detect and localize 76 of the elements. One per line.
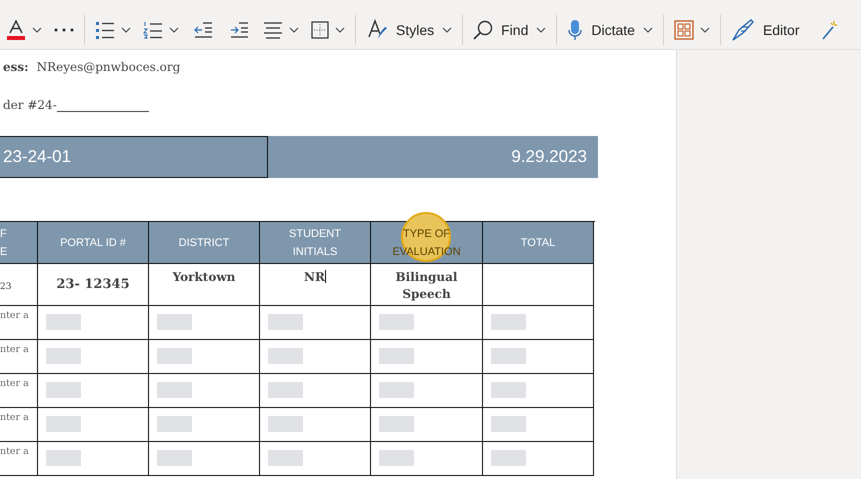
dictate-button[interactable]: Dictate [565,16,655,42]
field-label: ess: [3,60,29,74]
placeholder-block[interactable] [268,348,303,364]
table-cell: NR [260,264,371,306]
bullets-icon [95,20,115,38]
placeholder-block[interactable] [46,382,81,398]
placeholder-text: nter a [0,374,38,408]
chevron-icon [335,26,345,32]
column-header: DISTRICT [149,222,260,264]
outdent-icon [193,20,213,38]
chevron-icon [169,26,179,32]
placeholder-block[interactable] [491,450,526,466]
placeholder-block[interactable] [379,348,414,364]
font-color-icon [6,18,26,40]
text-cursor [324,270,326,283]
placeholder-block[interactable] [491,314,526,330]
magic-wand-icon [822,20,838,40]
more-icon [54,28,74,32]
placeholder-block[interactable] [157,416,192,432]
placeholder-block[interactable] [268,382,303,398]
find-button[interactable]: Find [471,18,548,42]
placeholder-block[interactable] [491,348,526,364]
table-cell: Bilingual Speech [371,264,483,306]
header-cell: 23-24-01 [0,136,268,178]
placeholder-block[interactable] [268,314,303,330]
placeholder-block[interactable] [46,416,81,432]
borders-button[interactable] [309,18,347,40]
placeholder-block[interactable] [268,450,303,466]
align-center-icon [263,20,283,38]
order-label: der #24- [3,98,57,112]
placeholder-text: nter a [0,442,38,476]
email-text: NReyes@pnwboces.org [36,60,180,74]
placeholder-block[interactable] [379,382,414,398]
chevron-icon [536,26,546,32]
chevron-icon [642,26,653,32]
chevron-icon [32,26,42,32]
placeholder-block[interactable] [379,314,414,330]
layout-button[interactable] [672,18,712,42]
chevron-icon [289,26,299,32]
column-header: F E [0,222,38,264]
placeholder-block[interactable] [46,450,81,466]
column-header: TOTAL [483,222,594,264]
microphone-icon [567,18,584,40]
placeholder-block[interactable] [491,416,526,432]
placeholder-block[interactable] [157,348,192,364]
placeholder-block[interactable] [157,314,192,330]
placeholder-text: nter a [0,340,38,374]
placeholder-block[interactable] [491,382,526,398]
table-cell: 23 [0,264,38,306]
placeholder-block[interactable] [46,314,81,330]
editor-button[interactable]: Editor [728,16,802,42]
search-icon [473,20,494,40]
header-cell: 9.29.2023 [268,136,598,178]
pen-icon [730,18,755,40]
placeholder-block[interactable] [268,416,303,432]
column-header: STUDENT INITIALS [260,222,371,264]
chevron-icon [121,26,131,32]
more-button[interactable] [52,26,76,34]
styles-button[interactable]: Styles [364,16,454,42]
borders-icon [311,20,329,38]
placeholder-block[interactable] [379,450,414,466]
placeholder-block[interactable] [46,348,81,364]
placeholder-text: nter a [0,306,38,340]
placeholder-block[interactable] [379,416,414,432]
placeholder-text: nter a [0,408,38,442]
chevron-icon [442,26,452,32]
column-header: PORTAL ID # [38,222,149,264]
placeholder-block[interactable] [157,450,192,466]
indent-icon [229,20,249,38]
chevron-icon [700,26,710,32]
numbering-icon [143,20,163,38]
placeholder-block[interactable] [157,382,192,398]
table-cell: 23- 12345 [38,264,149,306]
grid-icon [674,20,694,40]
table-cell: Yorktown [149,264,260,306]
styles-icon [366,18,388,40]
